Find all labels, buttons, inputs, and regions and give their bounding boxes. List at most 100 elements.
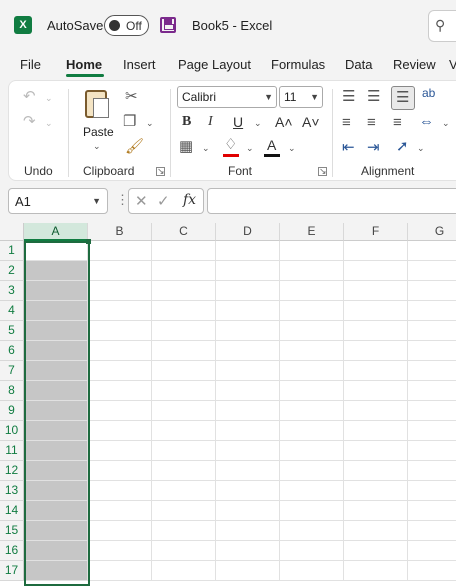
- cell-c16[interactable]: [152, 541, 216, 561]
- tab-review[interactable]: Review: [393, 57, 436, 72]
- align-center-icon[interactable]: ≡: [367, 115, 376, 130]
- decrease-font-size-button[interactable]: A˅: [302, 114, 320, 130]
- worksheet-grid[interactable]: A B C D E F G 1 2 3 4 5 6 7 8 9 10 11 12 13 14 15 16 17: [0, 223, 456, 586]
- cell-a11[interactable]: [24, 441, 88, 461]
- paste-button[interactable]: [81, 86, 113, 120]
- cell-b12[interactable]: [88, 461, 152, 481]
- cell-b13[interactable]: [88, 481, 152, 501]
- cell-g11[interactable]: [408, 441, 456, 461]
- cell-c10[interactable]: [152, 421, 216, 441]
- cell-d17[interactable]: [216, 561, 280, 581]
- redo-icon[interactable]: ↷: [23, 114, 36, 129]
- cell-e2[interactable]: [280, 261, 344, 281]
- cell-d6[interactable]: [216, 341, 280, 361]
- align-left-icon[interactable]: ≡: [342, 115, 351, 130]
- cell-g12[interactable]: [408, 461, 456, 481]
- cell-b7[interactable]: [88, 361, 152, 381]
- cell-a1[interactable]: [24, 241, 88, 261]
- row-header-16[interactable]: 16: [0, 541, 24, 561]
- font-color-button[interactable]: A: [267, 137, 276, 153]
- cell-g10[interactable]: [408, 421, 456, 441]
- cell-e14[interactable]: [280, 501, 344, 521]
- cell-c9[interactable]: [152, 401, 216, 421]
- cell-c5[interactable]: [152, 321, 216, 341]
- cell-g2[interactable]: [408, 261, 456, 281]
- align-top-icon[interactable]: ☰: [342, 89, 355, 104]
- cell-f15[interactable]: [344, 521, 408, 541]
- cell-g7[interactable]: [408, 361, 456, 381]
- align-bottom-button[interactable]: ☰: [391, 86, 415, 110]
- cell-g14[interactable]: [408, 501, 456, 521]
- cell-d16[interactable]: [216, 541, 280, 561]
- tab-page-layout[interactable]: Page Layout: [178, 57, 251, 72]
- row-header-14[interactable]: 14: [0, 501, 24, 521]
- cell-d10[interactable]: [216, 421, 280, 441]
- cell-e6[interactable]: [280, 341, 344, 361]
- cell-a17[interactable]: [24, 561, 88, 581]
- cell-a15[interactable]: [24, 521, 88, 541]
- cell-f10[interactable]: [344, 421, 408, 441]
- tab-file[interactable]: File: [20, 57, 41, 72]
- column-header-g[interactable]: G: [408, 223, 456, 241]
- cell-f6[interactable]: [344, 341, 408, 361]
- fill-color-icon[interactable]: ♢: [224, 137, 237, 152]
- cut-icon[interactable]: ✂: [125, 89, 138, 104]
- select-all-corner[interactable]: [0, 223, 24, 241]
- enter-icon[interactable]: ✓: [157, 192, 170, 210]
- cell-e9[interactable]: [280, 401, 344, 421]
- row-header-1[interactable]: 1: [0, 241, 24, 261]
- tab-insert[interactable]: Insert: [123, 57, 156, 72]
- cell-g4[interactable]: [408, 301, 456, 321]
- cell-a8[interactable]: [24, 381, 88, 401]
- cell-b8[interactable]: [88, 381, 152, 401]
- cell-e3[interactable]: [280, 281, 344, 301]
- cell-e16[interactable]: [280, 541, 344, 561]
- wrap-text-icon[interactable]: ab: [422, 87, 435, 99]
- cell-c3[interactable]: [152, 281, 216, 301]
- cell-e13[interactable]: [280, 481, 344, 501]
- increase-font-size-button[interactable]: A˄: [275, 114, 293, 130]
- row-header-7[interactable]: 7: [0, 361, 24, 381]
- merge-dropdown-icon[interactable]: ⌄: [442, 118, 450, 129]
- cell-d14[interactable]: [216, 501, 280, 521]
- cell-e15[interactable]: [280, 521, 344, 541]
- cell-b3[interactable]: [88, 281, 152, 301]
- cell-b1[interactable]: [88, 241, 152, 261]
- cell-f3[interactable]: [344, 281, 408, 301]
- cell-b15[interactable]: [88, 521, 152, 541]
- cell-b5[interactable]: [88, 321, 152, 341]
- cell-f12[interactable]: [344, 461, 408, 481]
- cell-e10[interactable]: [280, 421, 344, 441]
- cell-e8[interactable]: [280, 381, 344, 401]
- cell-g1[interactable]: [408, 241, 456, 261]
- cell-f8[interactable]: [344, 381, 408, 401]
- cell-c13[interactable]: [152, 481, 216, 501]
- cell-a5[interactable]: [24, 321, 88, 341]
- cell-f16[interactable]: [344, 541, 408, 561]
- redo-dropdown-icon[interactable]: ⌄: [45, 118, 53, 129]
- cell-b10[interactable]: [88, 421, 152, 441]
- cell-c1[interactable]: [152, 241, 216, 261]
- insert-function-icon[interactable]: fx: [183, 192, 196, 208]
- row-header-6[interactable]: 6: [0, 341, 24, 361]
- row-header-13[interactable]: 13: [0, 481, 24, 501]
- cell-e4[interactable]: [280, 301, 344, 321]
- increase-indent-icon[interactable]: ⇥: [367, 140, 380, 155]
- font-size-select[interactable]: 11 ▼: [279, 86, 323, 108]
- row-header-3[interactable]: 3: [0, 281, 24, 301]
- cell-c4[interactable]: [152, 301, 216, 321]
- cell-g6[interactable]: [408, 341, 456, 361]
- tab-formulas[interactable]: Formulas: [271, 57, 325, 72]
- cell-c11[interactable]: [152, 441, 216, 461]
- cell-g13[interactable]: [408, 481, 456, 501]
- cell-f2[interactable]: [344, 261, 408, 281]
- cell-a10[interactable]: [24, 421, 88, 441]
- undo-icon[interactable]: ↶: [23, 89, 36, 104]
- column-header-a[interactable]: A: [24, 223, 88, 241]
- column-header-f[interactable]: F: [344, 223, 408, 241]
- copy-dropdown-icon[interactable]: ⌄: [146, 118, 154, 129]
- column-header-b[interactable]: B: [88, 223, 152, 241]
- cell-c8[interactable]: [152, 381, 216, 401]
- cell-d8[interactable]: [216, 381, 280, 401]
- fill-color-dropdown-icon[interactable]: ⌄: [246, 143, 254, 154]
